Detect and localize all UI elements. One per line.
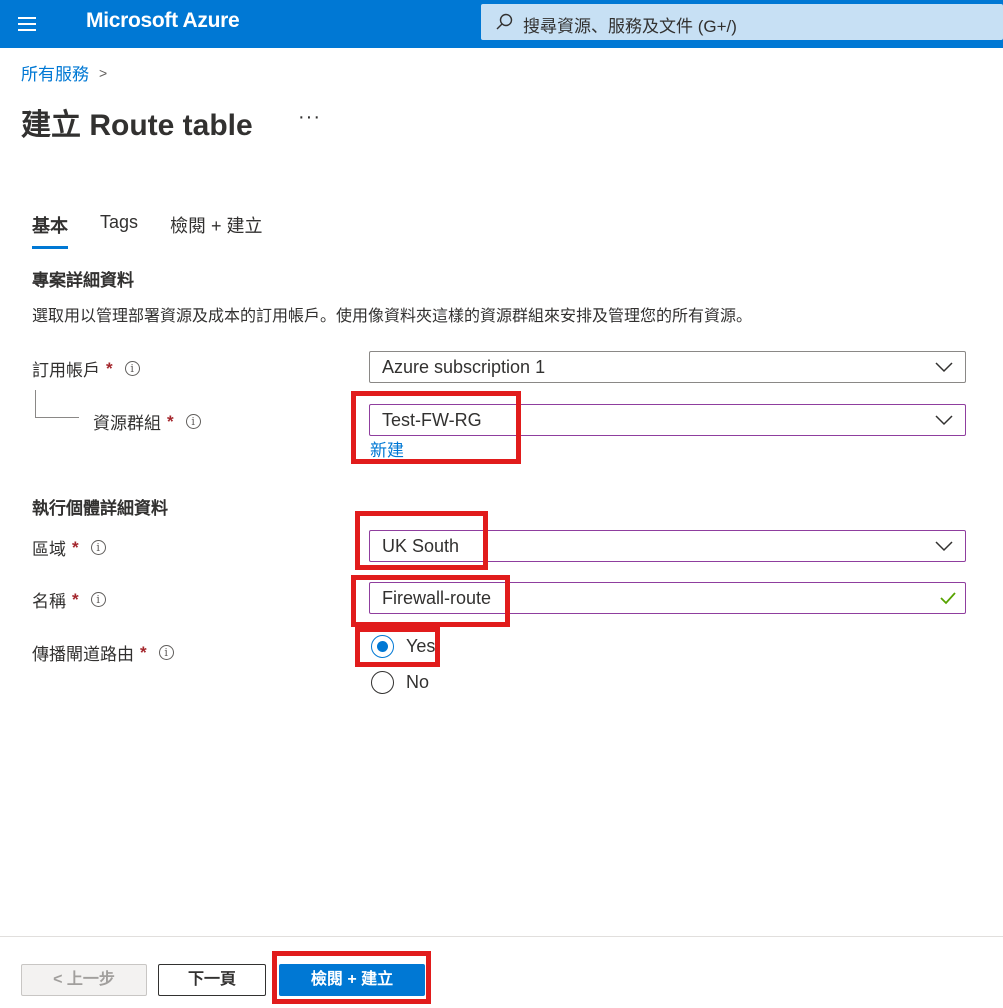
- resource-group-dropdown[interactable]: Test-FW-RG: [369, 404, 966, 436]
- region-label: 區域 * i: [32, 535, 106, 560]
- radio-no[interactable]: No: [371, 671, 429, 694]
- instance-details-heading: 執行個體詳細資料: [32, 499, 168, 518]
- region-value: UK South: [382, 536, 460, 556]
- search-icon: [496, 13, 513, 30]
- checkmark-icon: [940, 592, 956, 605]
- subscription-label-text: 訂用帳戶: [32, 361, 100, 380]
- tab-bar: 基本 Tags 檢閱 + 建立: [32, 212, 263, 249]
- project-details-description: 選取用以管理部署資源及成本的訂用帳戶。使用像資料夾這樣的資源群組來安排及管理您的…: [32, 308, 753, 325]
- radio-yes-label: Yes: [406, 636, 436, 656]
- required-asterisk: *: [72, 589, 79, 609]
- more-options-icon[interactable]: ···: [298, 106, 321, 129]
- tree-connector: [35, 390, 79, 418]
- tab-tags[interactable]: Tags: [100, 212, 138, 249]
- breadcrumb-all-services[interactable]: 所有服務: [21, 60, 89, 85]
- top-bar: Microsoft Azure 搜尋資源、服務及文件 (G+/): [0, 0, 1003, 48]
- propagate-routes-label: 傳播閘道路由 * i: [32, 640, 174, 665]
- name-value: Firewall-route: [382, 588, 492, 608]
- info-icon[interactable]: i: [124, 361, 140, 376]
- breadcrumb: 所有服務 >: [21, 60, 107, 85]
- required-asterisk: *: [106, 358, 113, 378]
- propagate-routes-label-text: 傳播閘道路由: [32, 645, 134, 664]
- chevron-down-icon: [935, 362, 953, 373]
- resource-group-label-text: 資源群組: [93, 414, 161, 433]
- info-icon[interactable]: i: [185, 414, 201, 429]
- region-dropdown[interactable]: UK South: [369, 530, 966, 562]
- search-placeholder: 搜尋資源、服務及文件 (G+/): [523, 17, 737, 36]
- radio-no-label: No: [406, 672, 430, 692]
- resource-group-label: 資源群組 * i: [93, 409, 201, 434]
- required-asterisk: *: [167, 411, 174, 431]
- name-label: 名稱 * i: [32, 587, 106, 612]
- footer-divider: [0, 936, 1003, 937]
- subscription-dropdown[interactable]: Azure subscription 1: [369, 351, 966, 383]
- review-create-button[interactable]: 檢閱 + 建立: [279, 964, 425, 996]
- page-title: 建立 Route table: [21, 109, 253, 142]
- radio-yes[interactable]: Yes: [371, 635, 435, 658]
- chevron-right-icon: >: [99, 64, 108, 81]
- next-button[interactable]: 下一頁: [158, 964, 266, 996]
- tab-review-create[interactable]: 檢閱 + 建立: [170, 212, 263, 249]
- radio-selected-icon: [371, 635, 394, 658]
- chevron-down-icon: [935, 541, 953, 552]
- project-details-heading: 專案詳細資料: [32, 271, 134, 290]
- hamburger-menu-icon[interactable]: [10, 10, 44, 38]
- brand-name[interactable]: Microsoft Azure: [86, 9, 240, 33]
- create-new-resource-group-link[interactable]: 新建: [370, 436, 404, 461]
- resource-group-value: Test-FW-RG: [382, 410, 482, 430]
- radio-unselected-icon: [371, 671, 394, 694]
- info-icon[interactable]: i: [90, 540, 106, 555]
- previous-button[interactable]: < 上一步: [21, 964, 147, 996]
- subscription-label: 訂用帳戶 * i: [32, 356, 140, 381]
- chevron-down-icon: [935, 415, 953, 426]
- tab-basics[interactable]: 基本: [32, 212, 68, 249]
- info-icon[interactable]: i: [90, 592, 106, 607]
- required-asterisk: *: [140, 642, 147, 662]
- info-icon[interactable]: i: [158, 645, 174, 660]
- required-asterisk: *: [72, 537, 79, 557]
- name-label-text: 名稱: [32, 592, 66, 611]
- subscription-value: Azure subscription 1: [382, 357, 546, 377]
- global-search-input[interactable]: 搜尋資源、服務及文件 (G+/): [481, 4, 1003, 40]
- name-input[interactable]: Firewall-route: [369, 582, 966, 614]
- region-label-text: 區域: [32, 540, 66, 559]
